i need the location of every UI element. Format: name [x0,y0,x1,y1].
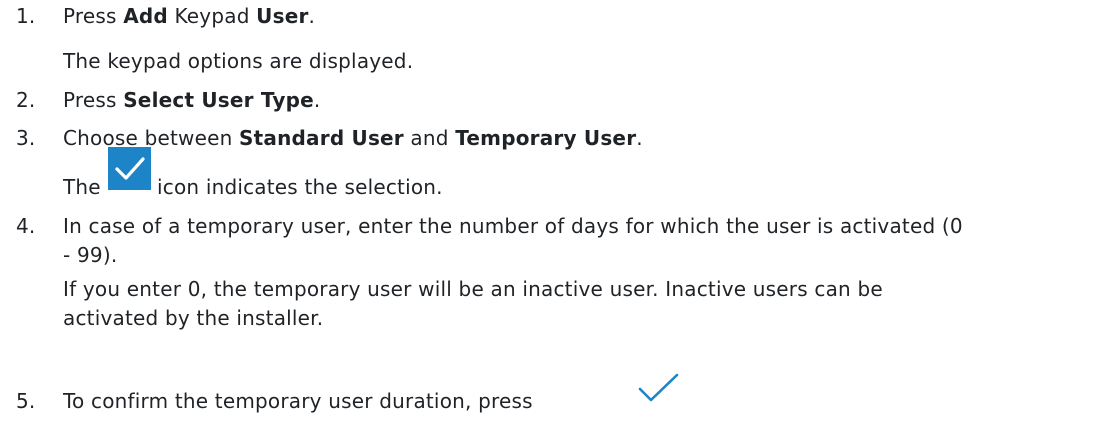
step-4-instruction-line-1: In case of a temporary user, enter the n… [63,214,963,238]
step-1-number: 1. [16,4,36,28]
step-4-number: 4. [16,214,36,238]
checkmark-box-icon [108,147,151,190]
step-4-result-line-1: If you enter 0, the temporary user will … [63,277,883,301]
checkmark-icon [637,373,680,403]
step-2-number: 2. [16,88,36,112]
step-2-instruction: Press Select User Type. [63,88,321,112]
step-3-number: 3. [16,126,36,150]
step-4-result-line-2: activated by the installer. [63,306,324,330]
step-1-result: The keypad options are displayed. [63,49,414,73]
step-4-instruction-line-2: - 99). [63,243,118,267]
step-5-instruction: To confirm the temporary user duration, … [63,389,533,413]
step-5-number: 5. [16,389,36,413]
step-3-result-suffix: icon indicates the selection. [157,175,443,199]
step-3-result-prefix: The [63,175,101,199]
step-1-instruction: Press Add Keypad User. [63,4,316,28]
